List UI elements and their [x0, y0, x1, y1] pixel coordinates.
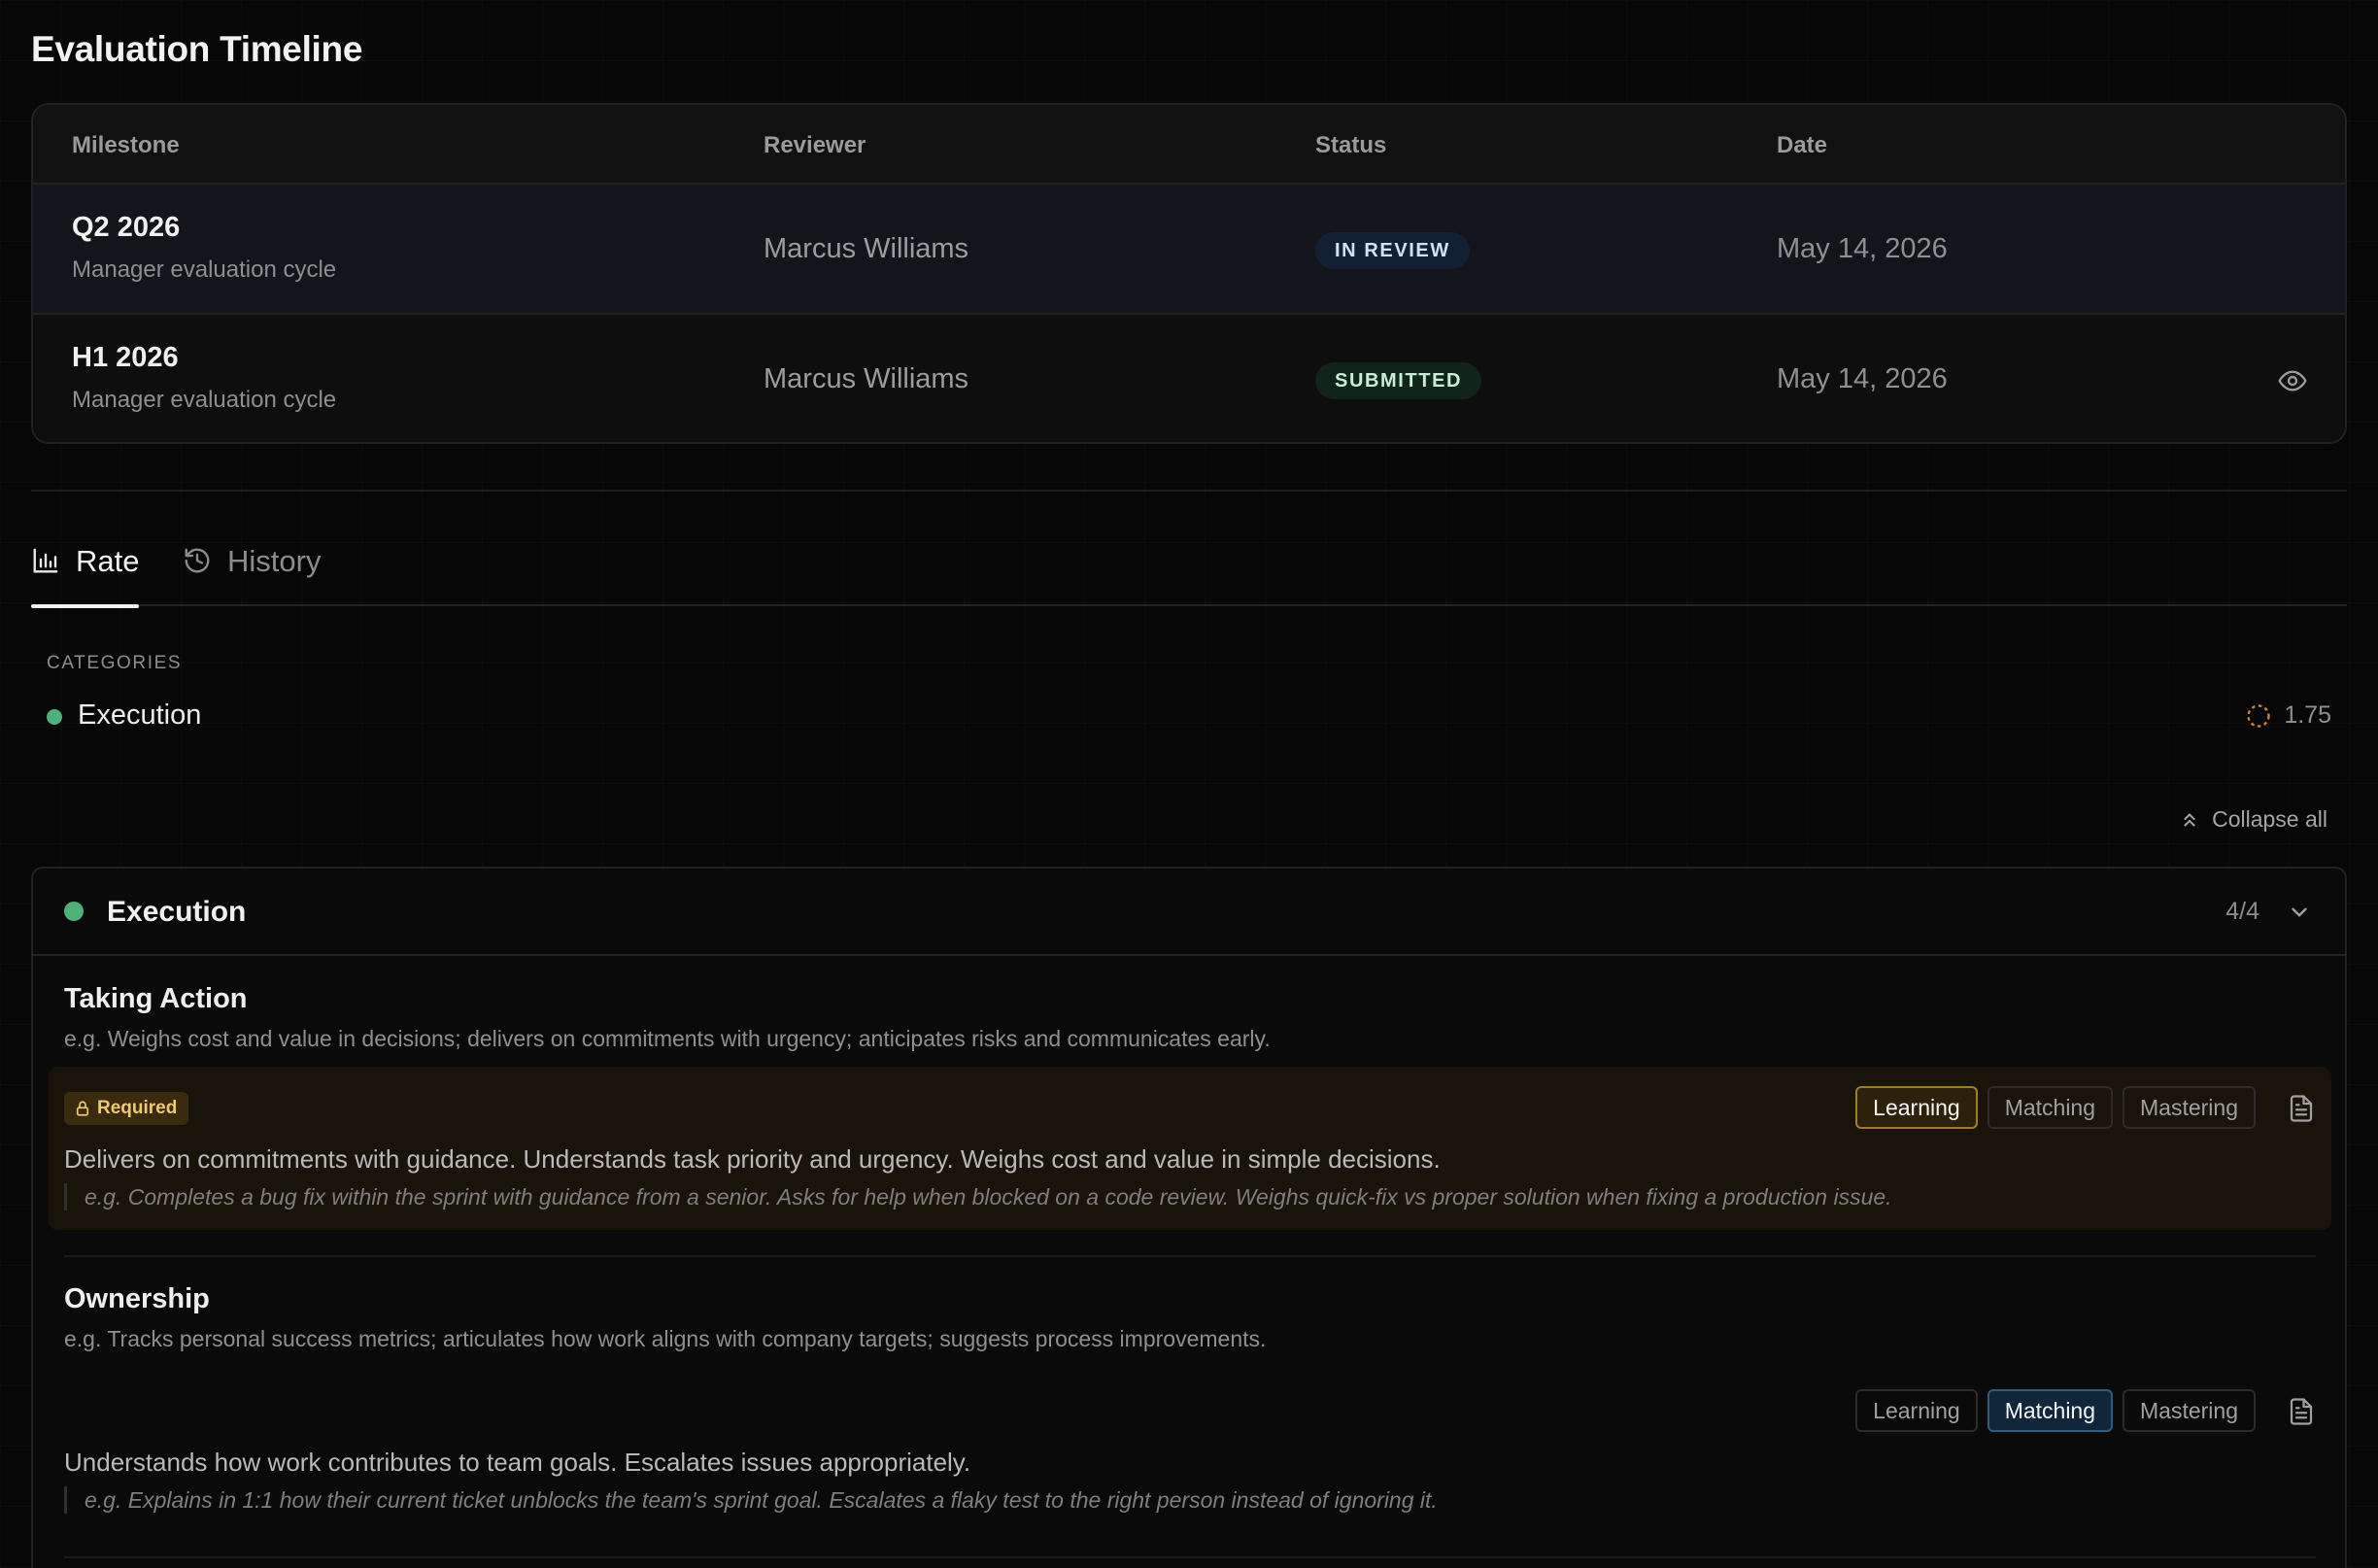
level-matching-button[interactable]: Matching	[1987, 1086, 2114, 1129]
column-header-milestone[interactable]: Milestone	[72, 132, 180, 159]
bar-chart-icon	[33, 548, 58, 573]
competency-summary: e.g. Tracks personal success metrics; ar…	[64, 1326, 1267, 1351]
level-description: Delivers on commitments with guidance. U…	[64, 1144, 1441, 1174]
collapse-all-label: Collapse all	[2212, 806, 2327, 832]
eye-icon[interactable]	[2277, 365, 2308, 396]
section-divider	[31, 490, 2347, 492]
date-cell: May 14, 2026	[1777, 233, 1948, 264]
page-title: Evaluation Timeline	[31, 29, 363, 69]
status-badge: IN REVIEW	[1315, 232, 1470, 269]
competency-title: Ownership	[64, 1283, 210, 1314]
table-header: Milestone Reviewer Status Date	[33, 105, 2345, 185]
competency-summary: e.g. Weighs cost and value in decisions;…	[64, 1026, 1271, 1051]
reviewer-name: Marcus Williams	[764, 233, 969, 264]
category-name: Execution	[78, 699, 202, 731]
reviewer-name: Marcus Williams	[764, 363, 969, 394]
tab-rate[interactable]: Rate	[31, 544, 140, 608]
item-separator	[64, 1255, 2316, 1257]
level-example: e.g. Explains in 1:1 how their current t…	[64, 1486, 1438, 1514]
column-header-reviewer[interactable]: Reviewer	[764, 132, 866, 159]
timeline-table: Milestone Reviewer Status Date Q2 2026 M…	[31, 103, 2347, 444]
level-learning-button[interactable]: Learning	[1855, 1086, 1978, 1129]
level-example: e.g. Completes a bug fix within the spri…	[64, 1183, 1892, 1210]
level-learning-button[interactable]: Learning	[1855, 1389, 1978, 1432]
progress-ring-icon	[2247, 703, 2270, 728]
milestone-title: Q2 2026	[72, 212, 181, 243]
category-score: 1.75	[2245, 701, 2331, 730]
tab-bar: Rate History	[31, 525, 2347, 608]
tab-rate-label: Rate	[76, 544, 140, 578]
section-header[interactable]: Execution 4/4	[33, 869, 2345, 956]
category-item-execution[interactable]: Execution 1.75	[47, 698, 2331, 736]
execution-section: Execution 4/4 Taking Action e.g. Weighs …	[31, 867, 2347, 1568]
competency-rating-box: Learning Matching Mastering Understands …	[49, 1370, 2331, 1533]
section-title: Execution	[107, 896, 247, 928]
category-score-value: 1.75	[2284, 701, 2331, 729]
required-badge: Required	[64, 1092, 189, 1125]
history-icon	[185, 548, 210, 573]
table-row[interactable]: Q2 2026 Manager evaluation cycle Marcus …	[33, 185, 2345, 315]
section-count: 4/4	[2225, 898, 2259, 925]
tab-history-label: History	[227, 544, 322, 578]
column-header-date[interactable]: Date	[1777, 132, 1827, 159]
item-separator	[64, 1556, 2316, 1558]
milestone-subtitle: Manager evaluation cycle	[72, 256, 337, 283]
table-row[interactable]: H1 2026 Manager evaluation cycle Marcus …	[33, 315, 2345, 442]
chevrons-up-icon	[2184, 812, 2195, 827]
competency-title: Taking Action	[64, 983, 248, 1014]
status-badge: SUBMITTED	[1315, 362, 1482, 399]
category-status-dot	[47, 709, 62, 725]
level-selector: Learning Matching Mastering	[1855, 1389, 2316, 1432]
tab-history[interactable]: History	[183, 544, 321, 606]
required-label: Required	[97, 1098, 178, 1118]
document-icon[interactable]	[2287, 1397, 2316, 1426]
categories-heading: CATEGORIES	[47, 653, 183, 673]
level-mastering-button[interactable]: Mastering	[2123, 1389, 2256, 1432]
level-description: Understands how work contributes to team…	[64, 1448, 971, 1477]
milestone-title: H1 2026	[72, 342, 179, 373]
milestone-subtitle: Manager evaluation cycle	[72, 387, 337, 413]
document-icon[interactable]	[2287, 1094, 2316, 1123]
column-header-status[interactable]: Status	[1315, 132, 1386, 159]
lock-icon	[76, 1101, 89, 1116]
level-mastering-button[interactable]: Mastering	[2123, 1086, 2256, 1129]
competency-rating-box: Required Learning Matching Mastering Del…	[49, 1067, 2331, 1230]
chevron-down-icon[interactable]	[2287, 900, 2312, 925]
collapse-all-button[interactable]: Collapse all	[2179, 806, 2327, 833]
level-selector: Learning Matching Mastering	[1855, 1086, 2316, 1129]
level-matching-button[interactable]: Matching	[1987, 1389, 2114, 1432]
section-status-dot	[64, 902, 84, 921]
date-cell: May 14, 2026	[1777, 363, 1948, 394]
